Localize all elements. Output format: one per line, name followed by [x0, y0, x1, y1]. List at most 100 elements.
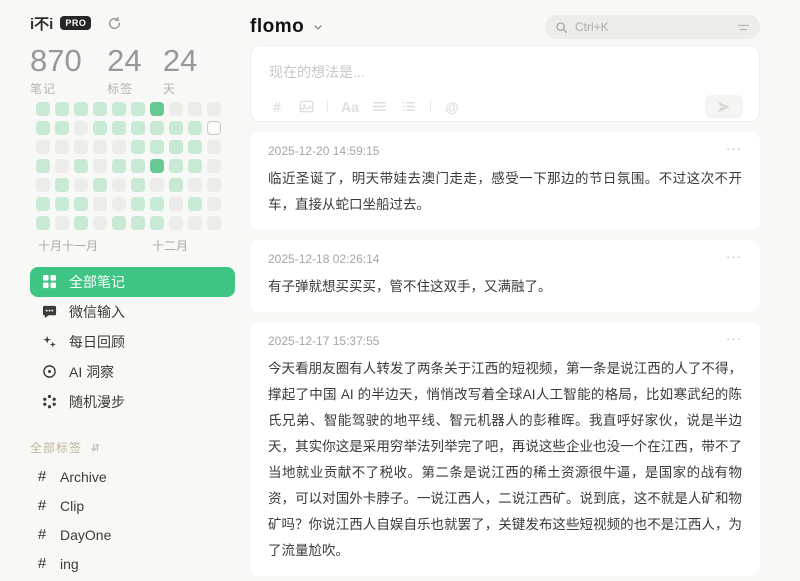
heatmap-cell[interactable] [55, 197, 69, 211]
heatmap-cell[interactable] [36, 216, 50, 230]
heatmap-cell[interactable] [131, 216, 145, 230]
list-icon[interactable] [372, 99, 388, 115]
heatmap-cell[interactable] [169, 178, 183, 192]
heatmap-cell[interactable] [131, 178, 145, 192]
heatmap-cell[interactable] [93, 159, 107, 173]
font-icon[interactable]: Aa [341, 99, 359, 115]
heatmap-cell[interactable] [131, 121, 145, 135]
heatmap-cell[interactable] [55, 159, 69, 173]
workspace-switcher[interactable]: flomo [250, 16, 324, 38]
send-icon[interactable] [705, 95, 743, 118]
sort-icon[interactable] [90, 442, 101, 453]
heatmap-cell[interactable] [207, 197, 221, 211]
heatmap-cell[interactable] [93, 140, 107, 154]
heatmap-cell[interactable] [188, 216, 202, 230]
heatmap-cell[interactable] [150, 159, 164, 173]
heatmap-cell[interactable] [112, 140, 126, 154]
heatmap-cell[interactable] [55, 178, 69, 192]
heatmap-cell[interactable] [131, 159, 145, 173]
filter-icon[interactable] [737, 21, 750, 34]
tag-item[interactable]: #Archive [30, 462, 240, 491]
heatmap-cell[interactable] [207, 159, 221, 173]
heatmap-cell[interactable] [207, 140, 221, 154]
heatmap-cell[interactable] [150, 121, 164, 135]
heatmap-cell[interactable] [74, 140, 88, 154]
heatmap-cell[interactable] [55, 216, 69, 230]
heatmap-cell[interactable] [150, 178, 164, 192]
heatmap-cell[interactable] [55, 140, 69, 154]
heatmap-cell[interactable] [36, 178, 50, 192]
heatmap-cell[interactable] [74, 216, 88, 230]
heatmap-cell[interactable] [150, 216, 164, 230]
heatmap-cell[interactable] [169, 102, 183, 116]
sidebar-item[interactable]: 随机漫步 [30, 387, 235, 417]
image-icon[interactable] [298, 99, 314, 115]
heatmap-cell[interactable] [93, 178, 107, 192]
ellipsis-menu-icon[interactable]: ··· [726, 252, 742, 262]
heatmap-cell[interactable] [112, 121, 126, 135]
heatmap-cell[interactable] [207, 178, 221, 192]
hash-icon[interactable]: # [269, 99, 285, 115]
sidebar-item[interactable]: 微信输入 [30, 297, 235, 327]
ellipsis-menu-icon[interactable]: ··· [726, 334, 742, 344]
heatmap-cell[interactable] [131, 102, 145, 116]
heatmap-cell[interactable] [169, 197, 183, 211]
heatmap-cell[interactable] [207, 121, 221, 135]
heatmap-cell[interactable] [188, 140, 202, 154]
heatmap-cell[interactable] [74, 121, 88, 135]
heatmap-cell[interactable] [55, 121, 69, 135]
heatmap-cell[interactable] [207, 102, 221, 116]
mention-icon[interactable]: @ [444, 99, 460, 115]
heatmap-cell[interactable] [36, 159, 50, 173]
flomo-app: i不i PRO 870笔记24标签24天 十月十一月十二月 全部笔记微信输入每日… [0, 0, 800, 581]
editor-placeholder[interactable]: 现在的想法是... [269, 62, 743, 82]
activity-heatmap[interactable] [36, 102, 240, 230]
sidebar-item[interactable]: 全部笔记 [30, 267, 235, 297]
heatmap-cell[interactable] [131, 140, 145, 154]
heatmap-cell[interactable] [150, 140, 164, 154]
heatmap-cell[interactable] [188, 159, 202, 173]
ellipsis-menu-icon[interactable]: ··· [726, 144, 742, 154]
heatmap-cell[interactable] [74, 102, 88, 116]
heatmap-cell[interactable] [36, 102, 50, 116]
heatmap-cell[interactable] [188, 197, 202, 211]
search-input[interactable]: Ctrl+K [545, 15, 760, 39]
user-name[interactable]: i不i [30, 13, 53, 34]
heatmap-cell[interactable] [112, 216, 126, 230]
heatmap-cell[interactable] [169, 121, 183, 135]
heatmap-cell[interactable] [112, 178, 126, 192]
heatmap-cell[interactable] [207, 216, 221, 230]
heatmap-month-labels: 十月十一月十二月 [36, 237, 240, 251]
heatmap-cell[interactable] [169, 216, 183, 230]
heatmap-cell[interactable] [93, 121, 107, 135]
heatmap-cell[interactable] [112, 197, 126, 211]
heatmap-cell[interactable] [169, 159, 183, 173]
heatmap-cell[interactable] [112, 159, 126, 173]
heatmap-cell[interactable] [93, 102, 107, 116]
heatmap-cell[interactable] [188, 178, 202, 192]
heatmap-cell[interactable] [150, 197, 164, 211]
heatmap-cell[interactable] [74, 197, 88, 211]
sidebar-item[interactable]: AI 洞察 [30, 357, 235, 387]
heatmap-cell[interactable] [55, 102, 69, 116]
heatmap-cell[interactable] [74, 178, 88, 192]
heatmap-cell[interactable] [36, 121, 50, 135]
heatmap-cell[interactable] [131, 197, 145, 211]
tag-item[interactable]: #ing [30, 549, 240, 578]
sidebar-item[interactable]: 每日回顾 [30, 327, 235, 357]
tag-item[interactable]: #DayOne [30, 520, 240, 549]
refresh-icon[interactable] [107, 16, 122, 31]
heatmap-cell[interactable] [93, 216, 107, 230]
bullet-list-icon[interactable] [401, 99, 417, 115]
heatmap-cell[interactable] [188, 121, 202, 135]
heatmap-cell[interactable] [36, 197, 50, 211]
topbar: flomo Ctrl+K [250, 10, 760, 44]
heatmap-cell[interactable] [36, 140, 50, 154]
heatmap-cell[interactable] [150, 102, 164, 116]
heatmap-cell[interactable] [93, 197, 107, 211]
tag-item[interactable]: #Clip [30, 491, 240, 520]
heatmap-cell[interactable] [188, 102, 202, 116]
heatmap-cell[interactable] [74, 159, 88, 173]
heatmap-cell[interactable] [169, 140, 183, 154]
heatmap-cell[interactable] [112, 102, 126, 116]
